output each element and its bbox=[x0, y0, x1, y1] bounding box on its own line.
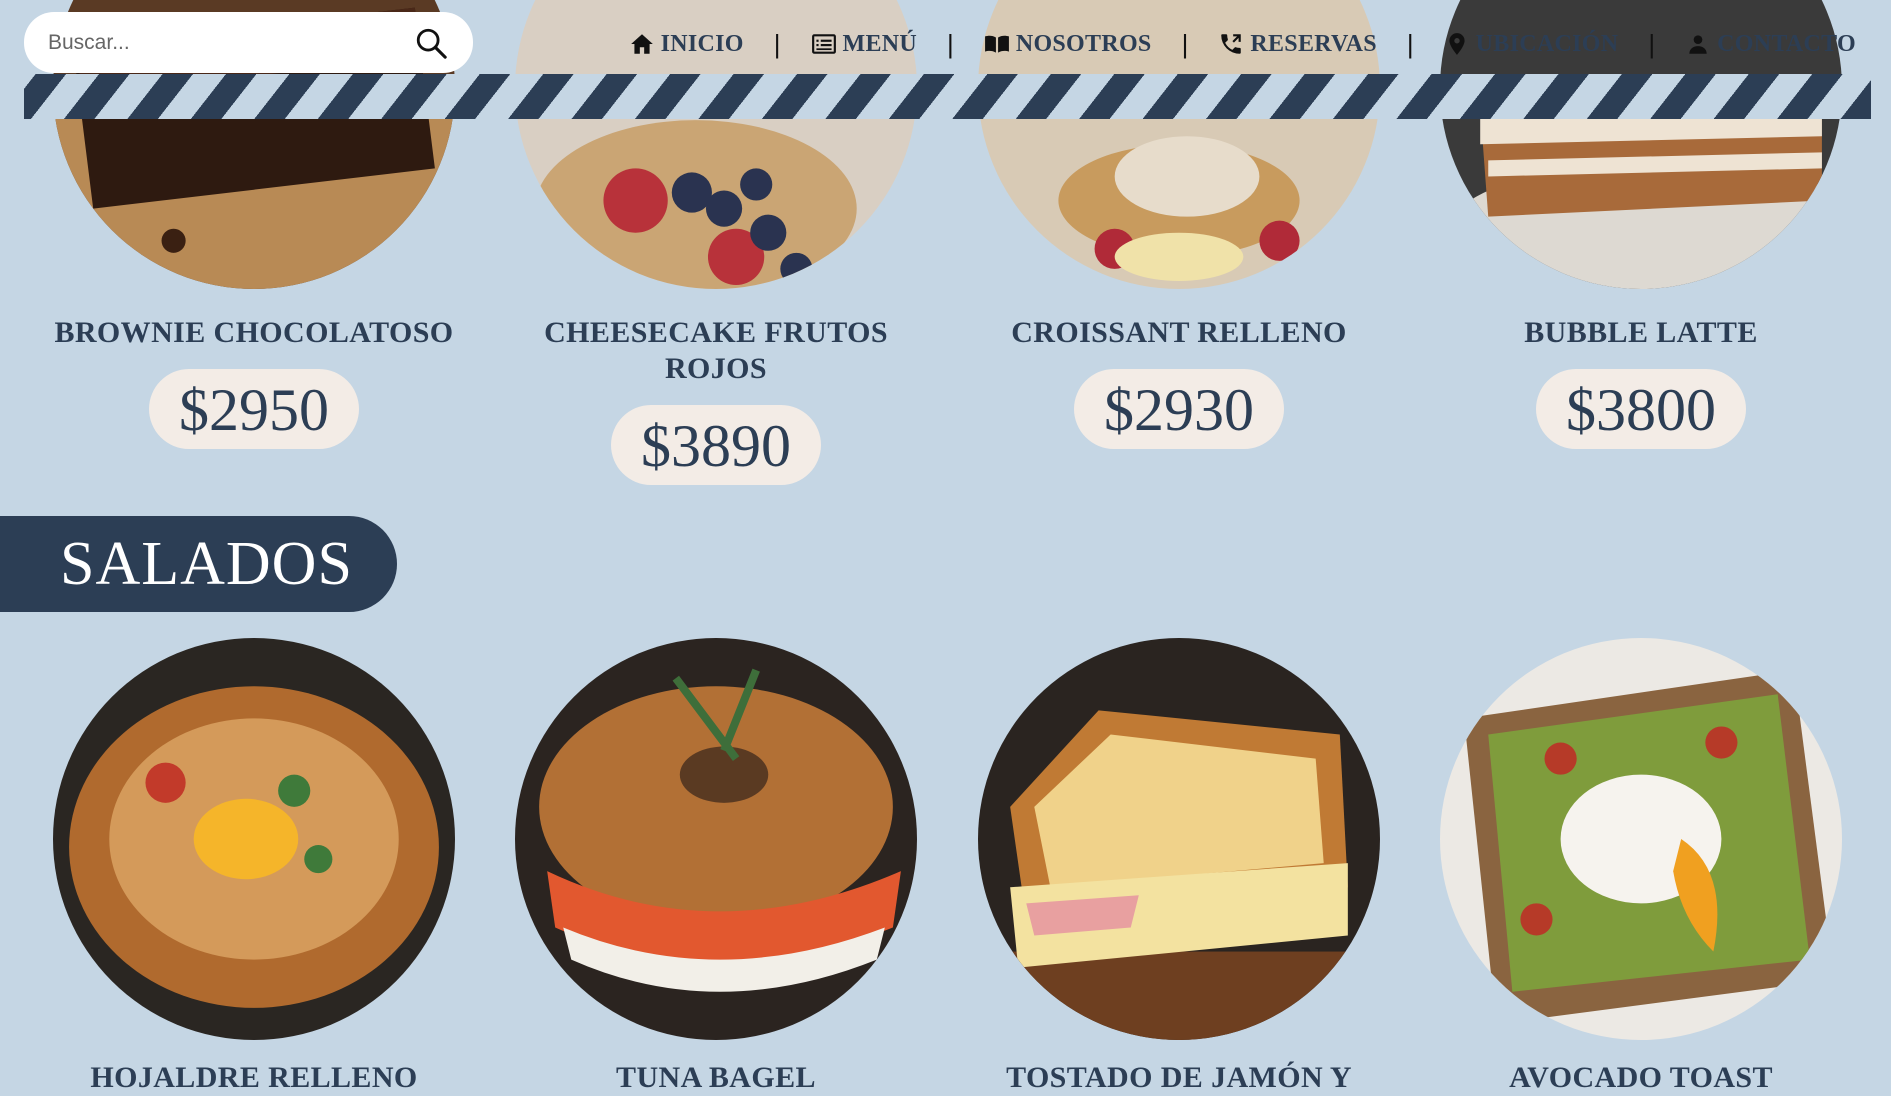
product-photo-tostado[interactable] bbox=[978, 638, 1380, 1040]
product-name: TUNA BAGEL bbox=[616, 1061, 816, 1094]
product-card: TOSTADO DE JAMÓN Y bbox=[978, 638, 1380, 1096]
section-title-salados: SALADOS bbox=[0, 516, 397, 612]
striped-divider bbox=[24, 74, 1871, 119]
search-icon[interactable] bbox=[411, 23, 451, 63]
nav-label: NOSOTROS bbox=[1015, 30, 1152, 57]
home-icon bbox=[630, 34, 653, 54]
product-price: $2950 bbox=[149, 369, 359, 449]
product-name: BROWNIE CHOCOLATOSO bbox=[54, 316, 454, 349]
product-photo-tuna-bagel[interactable] bbox=[515, 638, 917, 1040]
salados-grid: HOJALDRE RELLENO TUNA BAGEL TOSTADO DE J… bbox=[0, 638, 1891, 1094]
product-price: $2930 bbox=[1074, 369, 1284, 449]
nav-separator: | bbox=[1648, 28, 1656, 59]
product-photo-avocado-toast[interactable] bbox=[1440, 638, 1842, 1040]
nav-label: INICIO bbox=[660, 30, 744, 57]
nav-inicio[interactable]: INICIO bbox=[629, 31, 744, 58]
product-name: HOJALDRE RELLENO bbox=[90, 1061, 418, 1094]
nav-contacto[interactable]: CONTACTO bbox=[1685, 31, 1856, 58]
nav-nosotros[interactable]: NOSOTROS bbox=[984, 31, 1152, 58]
nav-separator: | bbox=[1181, 28, 1189, 59]
search-input[interactable] bbox=[46, 29, 411, 56]
nav-separator: | bbox=[947, 28, 954, 59]
main-nav: INICIO | MENÚ | NOSOTROS | RESERVAS | UB… bbox=[629, 24, 1856, 64]
nav-label: CONTACTO bbox=[1717, 30, 1856, 57]
product-price: $3890 bbox=[611, 405, 821, 485]
menu-list-icon bbox=[811, 34, 836, 54]
book-icon bbox=[984, 35, 1009, 53]
product-card: TUNA BAGEL bbox=[515, 638, 917, 1096]
product-name: BUBBLE LATTE bbox=[1524, 316, 1758, 349]
nav-label: MENÚ bbox=[842, 30, 918, 57]
location-pin-icon bbox=[1449, 33, 1465, 55]
nav-separator: | bbox=[1406, 28, 1414, 59]
product-name: AVOCADO TOAST bbox=[1509, 1061, 1773, 1094]
product-name: CHEESECAKE FRUTOS ROJOS bbox=[544, 316, 888, 385]
search-bar bbox=[24, 12, 473, 73]
product-photo-hojaldre[interactable] bbox=[53, 638, 455, 1040]
site-header: INICIO | MENÚ | NOSOTROS | RESERVAS | UB… bbox=[0, 0, 1891, 130]
nav-label: RESERVAS bbox=[1250, 30, 1377, 57]
nav-reservas[interactable]: RESERVAS bbox=[1218, 31, 1377, 58]
nav-ubicacion[interactable]: UBICACIÓN bbox=[1444, 31, 1619, 58]
product-name: TOSTADO DE JAMÓN Y bbox=[1006, 1061, 1352, 1094]
product-card: AVOCADO TOAST bbox=[1440, 638, 1842, 1096]
phone-icon bbox=[1221, 34, 1242, 54]
product-card: HOJALDRE RELLENO bbox=[53, 638, 455, 1096]
product-name: CROISSANT RELLENO bbox=[1011, 316, 1347, 349]
product-price: $3800 bbox=[1536, 369, 1746, 449]
user-icon bbox=[1689, 35, 1707, 54]
nav-menu[interactable]: MENÚ bbox=[811, 31, 918, 58]
nav-separator: | bbox=[773, 28, 781, 59]
nav-label: UBICACIÓN bbox=[1475, 30, 1619, 57]
